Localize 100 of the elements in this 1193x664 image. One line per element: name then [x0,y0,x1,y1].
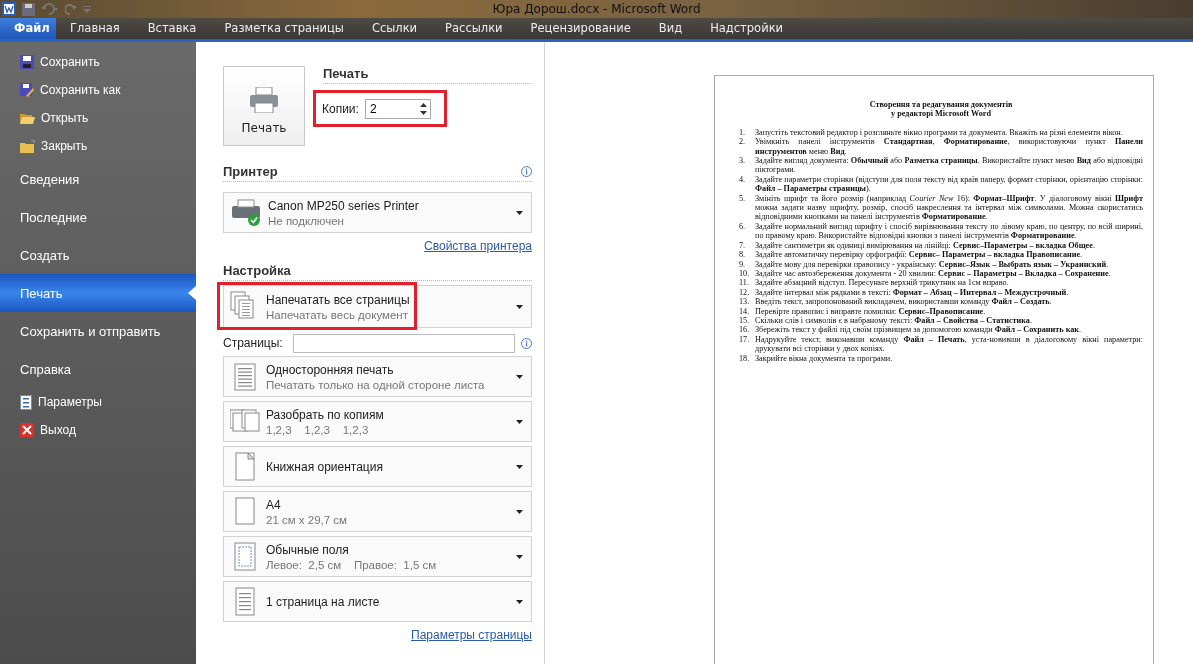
pages-field[interactable] [292,333,516,353]
setting-dropdown[interactable]: Разобрать по копиям 1,2,3 1,2,3 1,2,3 [223,401,532,442]
sidebar-item[interactable]: Создать [0,236,196,274]
item-number: 17. [739,334,751,346]
setting-dropdown[interactable]: Обычные поля Левое: 2,5 см Правое: 1,5 см [223,536,532,577]
word-logo-icon[interactable] [2,2,16,16]
setting-subtitle: Напечатать весь документ [266,308,409,321]
document-list-icon [20,394,32,410]
sidebar-item[interactable]: Сохранить и отправить [0,312,196,350]
setting-title: Обычные поля [266,542,350,557]
page-setup-link[interactable]: Параметры страницы [411,628,532,642]
instruction-text: Надрукуйте текст, виконавши команду Файл – Печать, уста-новивши в діалоговому вікні параметри: друкувати всі сторінки у двох копіях. [755,334,1143,354]
open-folder-icon [20,112,35,124]
print-button[interactable]: Печать [223,66,305,146]
caret-icon [516,419,523,424]
instruction-text: Задайте автоматичну перевірку орфографії: Сервис– Параметры – вкладка Правописание. [755,250,1084,260]
sidebar-item[interactable]: Печать [0,274,196,312]
instruction-text: Запустіть текстовий редактор і розгляньте вікно програми та документа. Вкажіть на різні елементи вікон. [755,127,1124,138]
folder-icon [20,139,35,153]
ribbon-tab[interactable]: Рецензирование [516,17,645,39]
ribbon-tab[interactable]: Надстройки [696,17,798,39]
close-icon [20,423,34,437]
printer-properties-link[interactable]: Свойства принтера [424,239,532,253]
instruction-text: Задайте параметри сторінки (відступи для поля тексту від країв паперу, формат сторінки, орієнтацію сторінки: Файл – Параметры страницы). [755,174,1143,194]
sidebar-label: Создать [20,247,70,263]
item-number: 16. [739,325,751,335]
floppy-pencil-icon [20,83,34,97]
sidebar-label: Сохранить как [40,83,121,97]
sidebar-label: Открыть [41,111,89,125]
setting-dropdown[interactable]: Односторонняя печать Печатать только на одной стороне листа [223,356,532,397]
sidebar-item[interactable]: Последние [0,198,196,236]
item-number: 6. [739,221,747,233]
ribbon-tab[interactable]: Рассылки [431,17,517,39]
sidebar-label: Справка [20,361,71,377]
instruction-text: Увімкніть панелі інструментів Стандартная, Форматирование, використовуючи пункт Панели инструментов меню Вид. [755,137,1143,157]
item-number: 9. [739,259,747,269]
setting-dropdown[interactable]: Книжная ориентация [223,446,532,487]
window-title: Юра Дорош.docx - Microsoft Word [492,2,701,16]
info-icon[interactable] [521,166,532,177]
sidebar-item[interactable]: Параметры [0,388,196,416]
caret-icon [516,464,523,469]
ribbon-tab[interactable]: Файл [0,17,56,39]
printer-icon [249,87,279,113]
item-number: 1. [739,127,747,138]
item-number: 8. [739,250,747,260]
sidebar-label: Последние [20,209,87,225]
item-number: 10. [739,268,751,279]
setting-title: 1 страница на листе [266,594,381,609]
ribbon-tab[interactable]: Разметка страницы [210,17,358,39]
printer-status: Не подключен [268,214,345,227]
ribbon-tab[interactable]: Вид [644,17,697,39]
setting-title: Разобрать по копиям [266,407,385,422]
instruction-text: Збережіть текст у файлі під своїм прізвищем за допомогою команди Файл – Сохранить как. [755,325,1083,335]
item-number: 3. [739,156,747,168]
ribbon-tab[interactable]: Ссылки [357,17,432,39]
setting-dropdown[interactable]: 1 страница на листе [223,581,532,622]
sidebar-label: Печать [20,285,63,301]
sidebar-item[interactable]: Сохранить как [0,76,196,104]
instruction-text: Перевірте правопис і виправте помилки: Сервис–Правописание. [755,306,987,316]
section-heading: Настройка [223,263,291,278]
sidebar-item[interactable]: Справка [0,350,196,388]
sidebar-label: Сохранить [40,55,100,69]
document-title: у редакторі Microsoft Word [890,109,992,119]
printer-dropdown[interactable]: Canon MP250 series Printer Не подключен [223,192,532,233]
caret-icon [516,599,523,604]
setting-title: Односторонняя печать [266,362,395,377]
copies-field[interactable]: 2 [364,98,431,119]
setting-title: Книжная ориентация [266,459,384,474]
instruction-text: Закрийте вікна документа та програми. [755,353,894,363]
item-number: 7. [739,240,747,251]
sidebar-item[interactable]: Открыть [0,104,196,132]
ribbon-tab[interactable]: Вставка [133,17,211,39]
instruction-text: Задайте мову для перевірки правопису - українську: Сервис–Язык – Выбрать язык – Украинский. [755,259,1110,269]
sidebar-label: Параметры [38,395,102,409]
sidebar-item[interactable]: Сведения [0,160,196,198]
spin-arrows-icon[interactable] [419,101,427,116]
setting-subtitle: 21 см x 29,7 см [266,513,349,526]
setting-dropdown[interactable]: A4 21 см x 29,7 см [223,491,532,532]
setting-title: A4 [266,497,282,512]
item-number: 14. [739,306,751,316]
info-icon[interactable] [521,337,532,349]
document-title: Створення та редагування документів [868,100,1014,110]
item-number: 12. [739,287,751,298]
caret-icon [516,210,523,215]
instruction-text: Задайте абзацний відступ. Пересуньте верхній трикутник на 1см вправо. [755,278,1010,288]
setting-dropdown[interactable]: Напечатать все страницы Напечатать весь документ [224,286,531,327]
sidebar-item[interactable]: Сохранить [0,48,196,76]
sidebar-item[interactable]: Выход [0,416,196,444]
sidebar-item[interactable]: Закрыть [0,132,196,160]
setting-subtitle: Печатать только на одной стороне листа [266,378,486,391]
section-heading: Принтер [223,164,278,179]
instruction-text: Задайте сантиметри як одиниці вимірювання на лінійці: Сервис–Параметры – вкладка Общее. [755,240,1096,251]
setting-subtitle: 1,2,3 1,2,3 1,2,3 [266,423,370,436]
ribbon-tab[interactable]: Главная [56,17,134,39]
caret-icon [516,554,523,559]
caret-icon [516,509,523,514]
item-number: 18. [739,353,751,363]
item-number: 2. [739,137,747,149]
instruction-text: Введіть текст, запропонований викладачем, використавши команду Файл – Создать. [755,297,1053,307]
instruction-text: Скільки слів і символів є в набраному тексті: Файл – Свойства – Статистика. [755,315,1033,326]
